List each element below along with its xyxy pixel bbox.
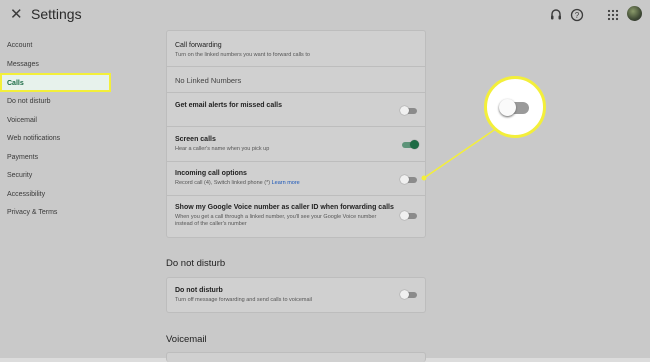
incoming-call-options-row[interactable]: Incoming call options Record call (4), S… xyxy=(167,162,425,196)
caller-id-toggle[interactable] xyxy=(400,211,417,220)
sidebar-item-privacy-terms[interactable]: Privacy & Terms xyxy=(7,209,57,216)
sidebar-item-voicemail[interactable]: Voicemail xyxy=(7,117,37,124)
sidebar-item-security[interactable]: Security xyxy=(7,172,32,179)
page-title: Settings xyxy=(31,6,82,22)
screen-calls-toggle[interactable] xyxy=(402,140,419,149)
sidebar-item-label: Calls xyxy=(7,80,24,87)
sidebar-item-calls[interactable]: Calls xyxy=(0,73,111,92)
dnd-row[interactable]: Do not disturb Turn off message forwardi… xyxy=(167,278,425,312)
help-icon[interactable]: ? xyxy=(570,8,584,22)
caller-id-row[interactable]: Show my Google Voice number as caller ID… xyxy=(167,196,425,237)
toggle-knob xyxy=(400,175,409,184)
email-alerts-row[interactable]: Get email alerts for missed calls xyxy=(167,93,425,127)
incoming-call-options-subtitle: Record call (4), Switch linked phone (*)… xyxy=(175,180,300,187)
svg-text:?: ? xyxy=(575,11,580,20)
dnd-settings-card: Do not disturb Turn off message forwardi… xyxy=(166,277,426,313)
toggle-knob xyxy=(410,140,419,149)
sidebar-item-accessibility[interactable]: Accessibility xyxy=(7,191,45,198)
apps-grid-icon[interactable] xyxy=(606,8,620,22)
call-forwarding-subtitle: Turn on the linked numbers you want to f… xyxy=(175,52,310,58)
incoming-call-options-title: Incoming call options xyxy=(175,170,247,177)
toggle-knob xyxy=(400,106,409,115)
dnd-toggle[interactable] xyxy=(400,290,417,299)
caller-id-subtitle-line1: When you get a call through a linked num… xyxy=(175,214,377,220)
magnified-toggle-callout xyxy=(484,76,546,138)
support-headset-icon[interactable] xyxy=(549,8,563,22)
linked-numbers-row: No Linked Numbers xyxy=(167,67,425,93)
screen-calls-title: Screen calls xyxy=(175,136,216,143)
sidebar-item-messages[interactable]: Messages xyxy=(7,61,39,68)
learn-more-link[interactable]: Learn more xyxy=(272,180,300,186)
call-forwarding-row: Call forwarding Turn on the linked numbe… xyxy=(167,31,425,67)
screen-calls-row[interactable]: Screen calls Hear a caller's name when y… xyxy=(167,127,425,162)
sidebar-item-do-not-disturb[interactable]: Do not disturb xyxy=(7,98,51,105)
section-do-not-disturb: Do not disturb xyxy=(166,258,226,269)
voicemail-settings-card xyxy=(166,352,426,362)
avatar[interactable] xyxy=(627,6,642,21)
calls-settings-card: Call forwarding Turn on the linked numbe… xyxy=(166,30,426,238)
caller-id-title: Show my Google Voice number as caller ID… xyxy=(175,204,394,211)
caller-id-subtitle-line2: instead of the caller's number xyxy=(175,221,247,227)
toggle-knob xyxy=(499,99,516,116)
no-linked-numbers-text: No Linked Numbers xyxy=(175,76,242,85)
section-voicemail: Voicemail xyxy=(166,334,207,345)
email-alerts-toggle[interactable] xyxy=(400,106,417,115)
sidebar-item-payments[interactable]: Payments xyxy=(7,154,38,161)
dnd-title: Do not disturb xyxy=(175,287,223,294)
email-alerts-title: Get email alerts for missed calls xyxy=(175,102,282,109)
sidebar-item-web-notifications[interactable]: Web notifications xyxy=(7,135,60,142)
call-forwarding-title: Call forwarding xyxy=(175,42,222,49)
toggle-knob xyxy=(400,211,409,220)
close-icon[interactable]: ✕ xyxy=(10,7,23,22)
incoming-subtitle-text: Record call (4), Switch linked phone (*) xyxy=(175,180,271,186)
incoming-call-options-toggle[interactable] xyxy=(400,175,417,184)
magnified-toggle xyxy=(499,99,529,116)
sidebar-item-account[interactable]: Account xyxy=(7,42,32,49)
top-bar: ✕ Settings ? xyxy=(0,0,650,30)
screen-calls-subtitle: Hear a caller's name when you pick up xyxy=(175,146,270,152)
toggle-knob xyxy=(400,290,409,299)
dnd-subtitle: Turn off message forwarding and send cal… xyxy=(175,297,312,303)
